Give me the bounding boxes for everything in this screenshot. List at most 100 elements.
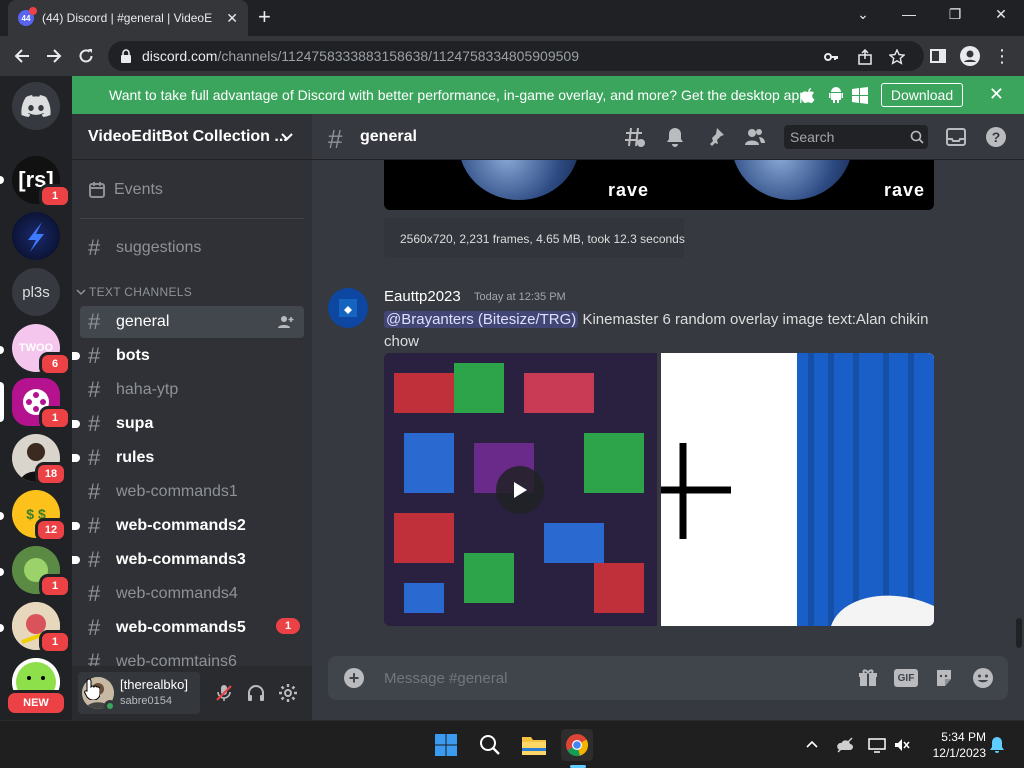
file-explorer-icon[interactable] bbox=[518, 729, 550, 761]
rave-watermark: rave bbox=[608, 180, 650, 200]
search-box[interactable] bbox=[784, 125, 928, 149]
favicon-badge: 44 bbox=[21, 13, 31, 23]
channel-haha-ytp[interactable]: # haha-ytp bbox=[80, 374, 304, 406]
scrollbar-thumb[interactable] bbox=[1016, 618, 1022, 648]
start-menu-icon[interactable] bbox=[430, 729, 462, 761]
chevron-down-icon bbox=[281, 133, 293, 141]
guild-lightning[interactable] bbox=[12, 212, 60, 260]
message-author[interactable]: Eauttp2023 bbox=[384, 288, 461, 305]
sidepanel-icon[interactable] bbox=[926, 44, 950, 68]
channel-general[interactable]: # general bbox=[80, 306, 304, 338]
bell-icon[interactable] bbox=[664, 126, 686, 148]
display-icon[interactable] bbox=[868, 736, 886, 754]
guild-badge: 1 bbox=[39, 574, 71, 598]
guild-pl3s[interactable]: pl3s bbox=[12, 268, 60, 316]
category-text-channels[interactable]: TEXT CHANNELS bbox=[76, 285, 192, 299]
threads-icon[interactable] bbox=[624, 126, 646, 148]
bookmark-star-icon[interactable] bbox=[888, 48, 906, 66]
user-mention[interactable]: @Brayanters (Bitesize/TRG) bbox=[384, 311, 579, 328]
guild-badge: 1 bbox=[39, 406, 71, 430]
onedrive-icon[interactable] bbox=[836, 736, 854, 754]
unread-pill bbox=[0, 568, 4, 576]
channel-web-commands1[interactable]: # web-commands1 bbox=[80, 476, 304, 508]
tab-close-icon[interactable]: ✕ bbox=[226, 10, 238, 27]
share-icon[interactable] bbox=[856, 48, 874, 66]
channel-bots[interactable]: # bots bbox=[72, 340, 304, 372]
restore-icon[interactable]: ❐ bbox=[945, 6, 965, 23]
emoji-icon[interactable] bbox=[972, 667, 994, 689]
video-attachment[interactable] bbox=[384, 353, 657, 626]
download-button[interactable]: Download bbox=[881, 83, 963, 107]
sticker-icon[interactable] bbox=[934, 668, 954, 688]
channel-supa[interactable]: # supa bbox=[72, 408, 304, 440]
pin-icon[interactable] bbox=[704, 126, 726, 148]
forward-icon[interactable] bbox=[42, 44, 66, 68]
window-close-icon[interactable]: ✕ bbox=[991, 6, 1011, 23]
gift-icon[interactable] bbox=[858, 668, 878, 688]
events-label: Events bbox=[114, 181, 163, 198]
taskbar-search-icon[interactable] bbox=[474, 729, 506, 761]
channel-label: web-commands1 bbox=[116, 483, 238, 500]
back-icon[interactable] bbox=[10, 44, 34, 68]
unread-pill bbox=[0, 346, 4, 354]
clock[interactable]: 5:34 PM 12/1/2023 bbox=[926, 729, 986, 761]
user-username: sabre0154 bbox=[120, 695, 172, 707]
guild-label: pl3s bbox=[22, 283, 50, 301]
kebab-menu-icon[interactable]: ⋮ bbox=[990, 44, 1014, 68]
unread-indicator bbox=[72, 420, 80, 428]
apple-icon[interactable] bbox=[799, 86, 817, 104]
composer-box: + GIF bbox=[328, 656, 1008, 700]
browser-tab[interactable]: 44 (44) Discord | #general | VideoEd ✕ bbox=[8, 0, 248, 36]
headphones-icon[interactable] bbox=[246, 683, 266, 703]
discord-home-icon[interactable] bbox=[12, 82, 60, 130]
channel-suggestions[interactable]: # suggestions bbox=[80, 232, 304, 264]
server-list: [rs] 1 pl3s TWOO 6 1 18 $ $ 12 1 1 NEW bbox=[0, 76, 72, 720]
channel-web-commands2[interactable]: # web-commands2 bbox=[72, 510, 304, 542]
banner-close-icon[interactable]: ✕ bbox=[989, 84, 1004, 105]
gear-icon[interactable] bbox=[278, 683, 298, 703]
new-tab-icon[interactable]: + bbox=[258, 6, 271, 28]
author-avatar[interactable] bbox=[328, 288, 368, 328]
reload-icon[interactable] bbox=[74, 44, 98, 68]
url-field[interactable]: discord.com/channels/1124758333883158638… bbox=[108, 41, 924, 71]
previous-video-embed[interactable]: rave rave bbox=[384, 160, 934, 210]
invite-member-icon[interactable] bbox=[278, 314, 294, 330]
profile-icon[interactable] bbox=[958, 44, 982, 68]
help-icon[interactable]: ? bbox=[985, 126, 1007, 148]
channel-web-commands3[interactable]: # web-commands3 bbox=[72, 544, 304, 576]
server-header[interactable]: VideoEditBot Collection ... bbox=[72, 114, 312, 160]
notification-bell-icon[interactable] bbox=[989, 736, 1005, 754]
channel-web-commands5[interactable]: # web-commands5 1 bbox=[80, 612, 304, 644]
channel-label: web-commands5 bbox=[116, 619, 246, 636]
chevron-up-icon[interactable] bbox=[804, 737, 820, 753]
play-button[interactable] bbox=[496, 466, 544, 514]
video-info-box: 2560x720, 2,231 frames, 4.65 MB, took 12… bbox=[384, 218, 685, 258]
user-display-name: [therealbko] bbox=[120, 677, 188, 692]
windows-icon[interactable] bbox=[851, 86, 869, 104]
unread-pill bbox=[0, 512, 4, 520]
gif-button[interactable]: GIF bbox=[894, 669, 918, 687]
add-attachment-icon[interactable]: + bbox=[344, 668, 364, 688]
search-input[interactable] bbox=[784, 125, 904, 149]
message-input[interactable] bbox=[384, 656, 824, 700]
new-badge: NEW bbox=[5, 690, 67, 716]
unread-pill bbox=[0, 624, 4, 632]
hash-icon: # bbox=[88, 343, 101, 368]
unread-indicator bbox=[72, 522, 80, 530]
inbox-icon[interactable] bbox=[945, 126, 967, 148]
android-icon[interactable] bbox=[827, 86, 845, 104]
members-icon[interactable] bbox=[744, 126, 766, 148]
tab-search-icon[interactable]: ⌄ bbox=[853, 6, 873, 23]
play-icon bbox=[514, 482, 527, 498]
channel-web-commands4[interactable]: # web-commands4 bbox=[80, 578, 304, 610]
hash-icon: # bbox=[88, 411, 101, 436]
mic-muted-icon[interactable] bbox=[214, 683, 234, 703]
key-icon[interactable] bbox=[822, 48, 840, 66]
hash-icon: # bbox=[88, 235, 101, 260]
volume-muted-icon[interactable] bbox=[893, 736, 911, 754]
image-attachment[interactable] bbox=[661, 353, 934, 626]
channel-rules[interactable]: # rules bbox=[72, 442, 304, 474]
minimize-icon[interactable]: — bbox=[899, 6, 919, 22]
chrome-taskbar-icon[interactable] bbox=[561, 729, 593, 761]
events-item[interactable]: Events bbox=[80, 174, 304, 206]
